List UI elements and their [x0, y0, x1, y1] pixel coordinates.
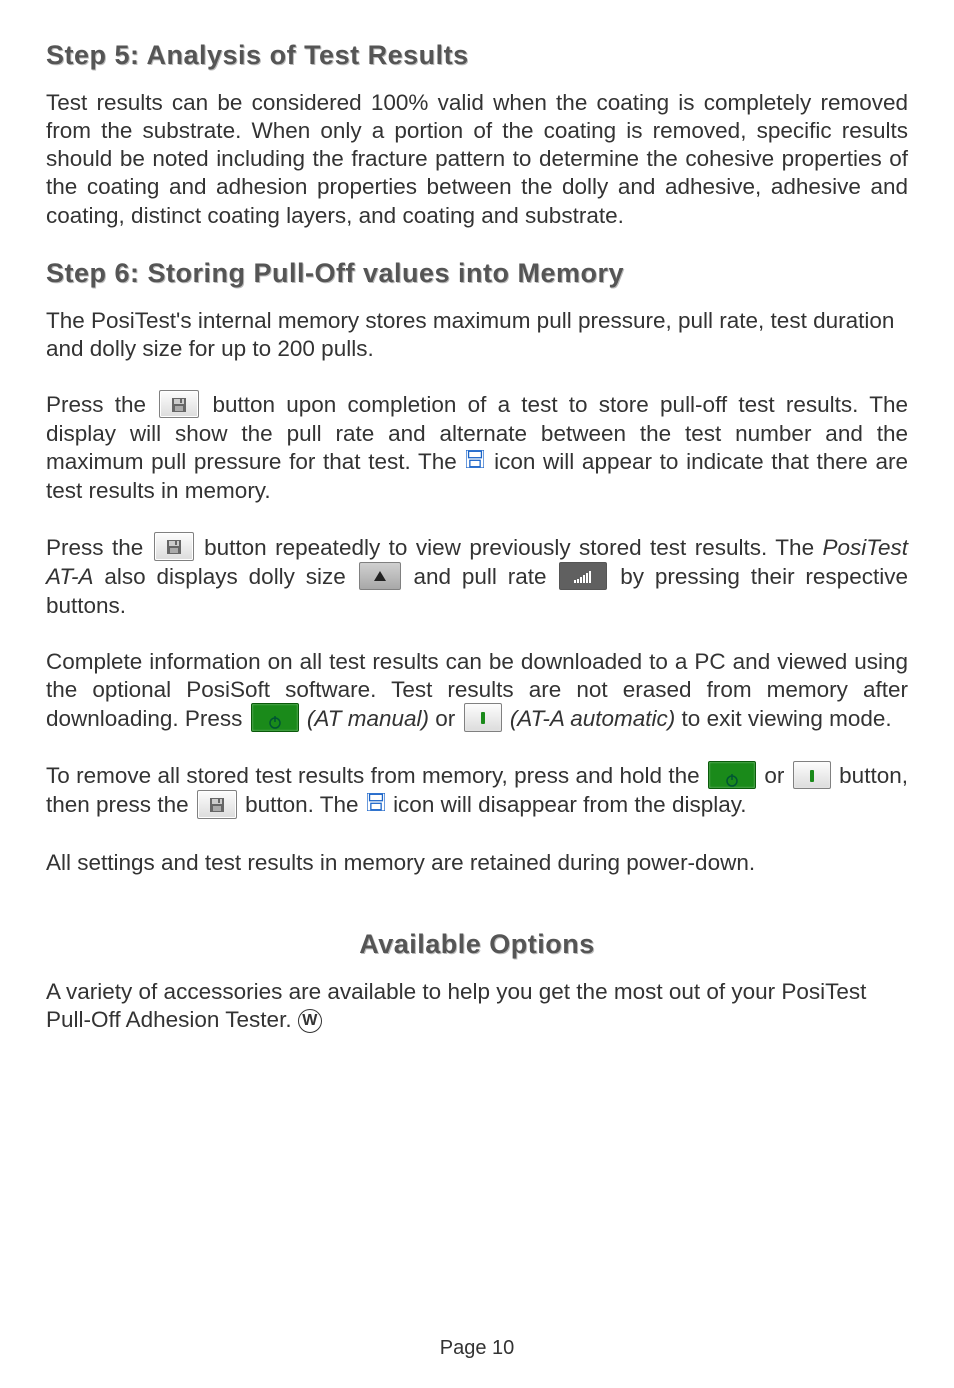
- step6-intro: The PosiTest's internal memory stores ma…: [46, 307, 908, 363]
- text: to exit viewing mode.: [682, 706, 892, 731]
- power-button-icon: [251, 703, 299, 732]
- text: button. The: [245, 792, 365, 817]
- memory-icon: [466, 447, 484, 475]
- text: or: [435, 706, 461, 731]
- page-container: Step 5: Analysis of Test Results Test re…: [0, 0, 954, 1388]
- text: and pull rate: [414, 564, 558, 589]
- text: A variety of accessories are available t…: [46, 979, 866, 1032]
- stop-button-icon: [793, 761, 831, 790]
- step5-heading: Step 5: Analysis of Test Results: [46, 40, 908, 71]
- step6-para3: Complete information on all test results…: [46, 648, 908, 734]
- save-button-icon: [197, 790, 237, 819]
- text: Press the: [46, 392, 157, 417]
- text: icon will disappear from the display.: [393, 792, 747, 817]
- step6-para4: To remove all stored test results from m…: [46, 762, 908, 821]
- text: To remove all stored test results from m…: [46, 763, 706, 788]
- text: (AT-A automatic): [510, 706, 675, 731]
- text: also displays dolly size: [104, 564, 356, 589]
- step6-para1: Press the button upon completion of a te…: [46, 391, 908, 506]
- memory-icon: [367, 790, 385, 818]
- step6-para2: Press the button repeatedly to view prev…: [46, 534, 908, 621]
- w-symbol-icon: W: [298, 1009, 322, 1033]
- power-button-icon: [708, 761, 756, 790]
- stop-button-icon: [464, 703, 502, 732]
- text: or: [764, 763, 790, 788]
- save-button-icon: [154, 532, 194, 561]
- text: Press the: [46, 535, 152, 560]
- save-button-icon: [159, 390, 199, 419]
- page-number: Page 10: [0, 1337, 954, 1360]
- dolly-size-button-icon: [359, 562, 401, 591]
- step5-text: Test results can be considered 100% vali…: [46, 89, 908, 230]
- text: (AT manual): [307, 706, 429, 731]
- step6-heading: Step 6: Storing Pull-Off values into Mem…: [46, 258, 908, 289]
- options-text: A variety of accessories are available t…: [46, 978, 908, 1034]
- options-heading: Available Options: [46, 929, 908, 960]
- step6-para5: All settings and test results in memory …: [46, 849, 908, 877]
- text: button repeatedly to view previously sto…: [204, 535, 822, 560]
- pull-rate-button-icon: [559, 562, 607, 591]
